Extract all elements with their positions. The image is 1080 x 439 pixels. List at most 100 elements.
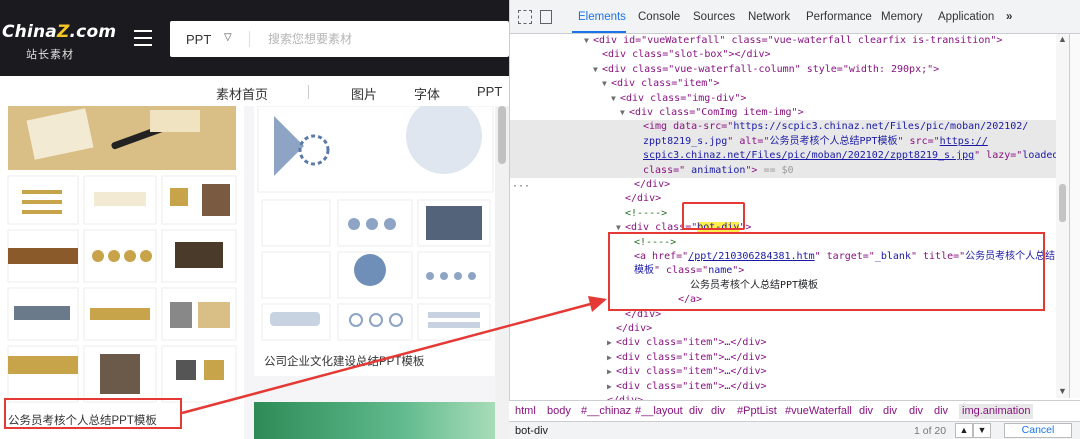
attr-value: https://scpic3.chinaz.net/Files/pic/moba… <box>733 121 1029 133</box>
dom-node[interactable]: ▼ <div class="vue-waterfall-column" style… <box>510 63 1056 77</box>
dom-node-selected[interactable]: scpic3.chinaz.net/Files/pic/moban/202102… <box>510 149 1064 164</box>
chevron-down-icon[interactable]: ▽ <box>224 32 232 43</box>
dom-node-text: <div class="ComImg item-img"> <box>629 107 804 118</box>
dom-tree-scrollbar[interactable]: ▲ ▼ <box>1056 34 1069 398</box>
hamburger-menu-icon[interactable] <box>134 30 152 46</box>
dom-node[interactable]: ▶ <div class="item">…</div> <box>510 336 1056 350</box>
styles-pane-edge[interactable] <box>1069 34 1080 398</box>
dom-node-text: "> <box>745 164 758 176</box>
scroll-down-icon[interactable]: ▼ <box>1058 386 1067 396</box>
dom-node[interactable]: </div> <box>510 178 1056 192</box>
nav-item-home[interactable]: 素材首页 <box>216 84 268 103</box>
attr-link[interactable]: scpic3.chinaz.net/Files/pic/moban/202102… <box>643 150 974 161</box>
dom-node[interactable]: ▼ <div id="vueWaterfall" class="vue-water… <box>510 34 1056 48</box>
search-input[interactable] <box>268 30 498 48</box>
dom-node[interactable]: <div class="slot-box"></div> <box>510 48 1056 62</box>
dom-node-text: " src=" <box>897 135 940 147</box>
tab-performance[interactable]: Performance <box>806 11 872 23</box>
template-card[interactable]: 公务员考核个人总结PPT模板 <box>0 106 244 439</box>
nav-item-ppt[interactable]: PPT <box>477 84 502 99</box>
breadcrumb-item[interactable]: #__chinaz <box>581 405 631 417</box>
site-logo[interactable]: ChinaZ.com <box>2 22 116 42</box>
attr-link[interactable]: https:// <box>940 136 988 147</box>
tab-elements[interactable]: Elements <box>578 11 626 23</box>
tab-application[interactable]: Application <box>938 11 994 23</box>
page-scrollbar[interactable] <box>495 106 509 439</box>
dom-node-text: " alt=" <box>727 135 770 147</box>
breadcrumb-item[interactable]: #vueWaterfall <box>785 405 852 417</box>
ppt-preview-collage <box>257 106 494 341</box>
find-match-count: 1 of 20 <box>914 425 947 437</box>
logo-text-china: China <box>2 22 57 42</box>
breadcrumb-item[interactable]: div <box>883 405 897 417</box>
tab-sources[interactable]: Sources <box>693 11 735 23</box>
tab-network[interactable]: Network <box>748 11 790 23</box>
breadcrumb-item[interactable]: html <box>515 405 536 417</box>
dom-node-text: <div class="item">…</div> <box>616 337 767 349</box>
breadcrumb-item[interactable]: #__layout <box>635 405 683 417</box>
console-ref: == $0 <box>757 164 794 176</box>
dom-node[interactable]: <!----> <box>510 207 1056 221</box>
ppt-preview-collage <box>7 106 237 403</box>
dom-node-text: <div id="vueWaterfall" class="vue-waterf… <box>593 35 1003 46</box>
dom-node-text: </div> <box>634 179 671 190</box>
search-type-select[interactable]: PPT <box>186 32 211 47</box>
tab-console[interactable]: Console <box>638 11 680 23</box>
breadcrumb-item[interactable]: div <box>909 405 923 417</box>
template-card-title[interactable]: 公司企业文化建设总结PPT模板 <box>264 353 424 369</box>
breadcrumb-item[interactable]: div <box>711 405 725 417</box>
find-input[interactable] <box>515 424 815 438</box>
inspect-element-icon[interactable] <box>518 10 532 24</box>
search-box: PPT ▽ <box>170 21 509 57</box>
template-card[interactable]: 公司企业文化建设总结PPT模板 <box>254 106 495 376</box>
highlight-box-anchor-element <box>608 232 1045 311</box>
breadcrumb-item[interactable]: div <box>689 405 703 417</box>
dom-node[interactable]: ▼ <div class="item"> <box>510 77 1056 91</box>
device-toolbar-icon[interactable] <box>540 10 552 24</box>
breadcrumb-item-current[interactable]: img.animation <box>959 404 1034 419</box>
breadcrumb-item[interactable]: div <box>934 405 948 417</box>
dom-node[interactable]: ▶ <div class="item">…</div> <box>510 380 1056 394</box>
nav-divider <box>308 85 309 99</box>
node-actions-ellipsis-icon[interactable]: ··· <box>512 180 530 194</box>
breadcrumb-item[interactable]: body <box>547 405 571 417</box>
devtools-tab-bar: Elements Console Sources Network Perform… <box>510 0 1080 34</box>
attr-value: zppt8219_s.jpg <box>643 135 728 147</box>
breadcrumb-item[interactable]: #PptList <box>737 405 777 417</box>
dom-node[interactable]: </div> <box>510 192 1056 206</box>
dom-node-text: <div class="img-div"> <box>620 92 747 104</box>
active-tab-indicator <box>572 31 626 33</box>
dom-node-selected[interactable]: class=" animation"> == $0 <box>510 163 1056 178</box>
breadcrumb-item[interactable]: div <box>859 405 873 417</box>
dom-node[interactable]: ▼ <div class="img-div"> <box>510 92 1056 106</box>
dom-node[interactable]: ▼ <div class="ComImg item-img"> <box>510 106 1056 120</box>
template-thumbnail[interactable] <box>0 106 244 406</box>
nav-item-fonts[interactable]: 字体 <box>414 84 440 103</box>
dom-node[interactable]: </div> <box>510 322 1056 336</box>
tab-memory[interactable]: Memory <box>881 11 923 23</box>
dom-comment: <!----> <box>625 207 668 219</box>
find-next-button[interactable]: ▼ <box>973 423 991 438</box>
attr-value: loaded <box>1022 150 1059 162</box>
dom-node-text: </div> <box>616 323 653 334</box>
find-cancel-button[interactable]: Cancel <box>1004 423 1072 438</box>
template-grid: 公务员考核个人总结PPT模板 公司企业文化建设总结PPT模板 <box>0 106 509 439</box>
template-card[interactable] <box>254 402 495 439</box>
dom-node-text: <div class="item">…</div> <box>616 366 767 378</box>
dom-node-text: </div> <box>625 193 662 205</box>
dom-node-selected[interactable]: zppt8219_s.jpg" alt="公务员考核个人总结PPT模板" src… <box>510 134 1056 150</box>
more-tabs-icon[interactable]: » <box>1006 11 1012 23</box>
find-previous-button[interactable]: ▲ <box>955 423 973 438</box>
dom-node[interactable]: ▶ <div class="item">…</div> <box>510 351 1056 365</box>
nav-item-images[interactable]: 图片 <box>351 84 377 103</box>
dom-node[interactable]: ▶ <div class="item">…</div> <box>510 365 1056 379</box>
highlight-box-bot-div <box>682 202 745 230</box>
dom-node-selected[interactable]: <img data-src="https://scpic3.chinaz.net… <box>510 120 1056 135</box>
category-nav: 素材首页 图片 字体 PPT <box>0 76 509 106</box>
dom-node-text: <div class="vue-waterfall-column" style=… <box>602 63 940 75</box>
scroll-up-icon[interactable]: ▲ <box>1058 34 1067 44</box>
highlight-box-caption <box>4 398 182 429</box>
dom-tree-scrollbar-thumb[interactable] <box>1059 184 1066 222</box>
page-scrollbar-thumb[interactable] <box>498 106 506 164</box>
template-thumbnail[interactable] <box>254 106 495 342</box>
